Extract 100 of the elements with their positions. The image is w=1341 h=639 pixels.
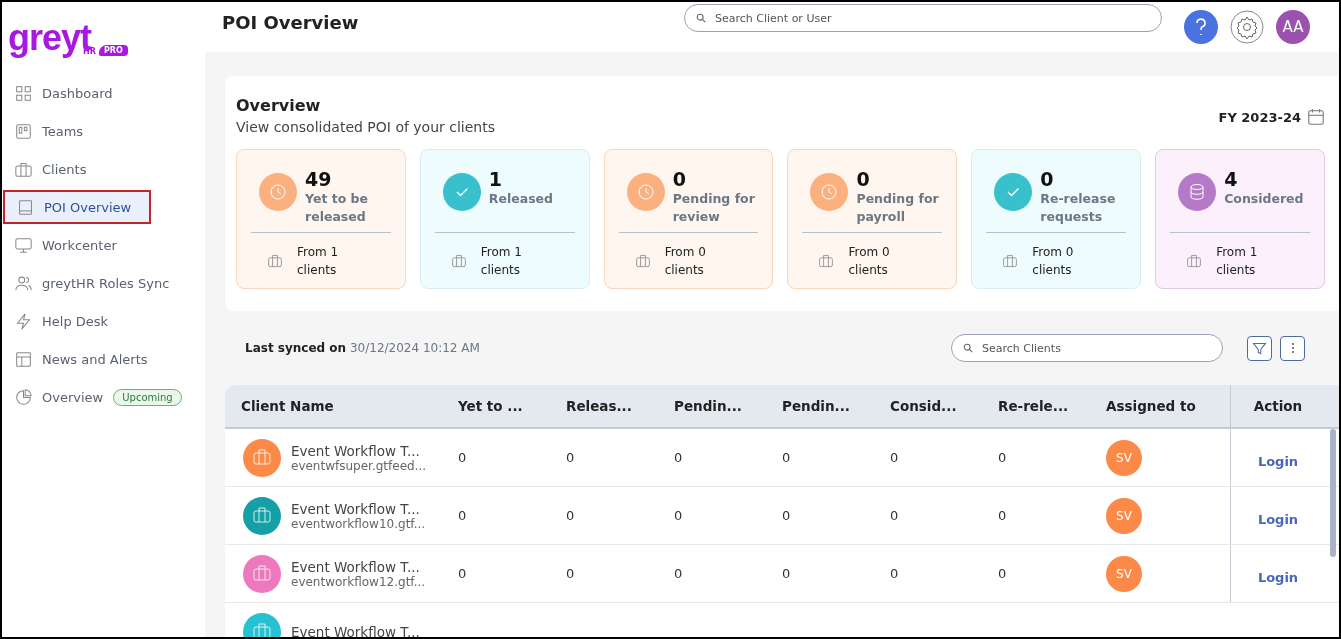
- stat-count: 4: [1224, 168, 1239, 190]
- search-field[interactable]: Search Client or User: [684, 4, 1162, 32]
- stat-count: 0: [672, 168, 687, 190]
- sidebar-item[interactable]: greytHR Roles Sync: [2, 266, 170, 300]
- sidebar-item[interactable]: POI Overview: [3, 190, 151, 224]
- column-header: Consid...: [889, 397, 958, 416]
- table-cell-text: 0: [457, 507, 468, 525]
- briefcase-icon: [634, 253, 651, 269]
- stat-label: Yet to be released: [305, 190, 370, 226]
- column-header: Pendin...: [673, 397, 743, 416]
- client-count: From 0 clients: [664, 244, 707, 279]
- sidebar-item[interactable]: Help Desk: [2, 304, 135, 338]
- client-name: Event Workflow T...: [291, 623, 420, 637]
- client-domain: eventwfsuper.gtfeed...: [291, 458, 427, 473]
- stat-count: 0: [1040, 168, 1055, 190]
- book-icon: [17, 198, 34, 216]
- users-icon: [15, 274, 32, 292]
- stat-label: Pending for review: [672, 190, 756, 226]
- sidebar-item[interactable]: News and Alerts: [2, 342, 148, 376]
- sidebar-item[interactable]: Dashboard: [2, 76, 135, 110]
- table-cell-text: 0: [781, 565, 792, 583]
- column-header: Action: [1230, 385, 1325, 427]
- sidebar-item[interactable]: Workcenter: [2, 228, 135, 262]
- layout-icon: [15, 350, 32, 368]
- client-count: From 0 clients: [1032, 244, 1075, 279]
- stat-label: Pending for payroll: [856, 190, 940, 226]
- clock-icon: [810, 173, 849, 211]
- overview-subtitle: View consolidated POI of your clients: [236, 119, 495, 135]
- table-cell-text: 0: [997, 507, 1008, 525]
- briefcase-icon: [15, 160, 32, 178]
- table-cell-text: 0: [457, 449, 468, 467]
- client-name: Event Workflow T...: [291, 442, 421, 459]
- stat-count: 0: [856, 168, 871, 190]
- fiscal-year: FY 2023-24: [1218, 109, 1301, 125]
- client-count: From 1 clients: [1216, 244, 1259, 279]
- client-domain: eventworkflow10.gtf...: [291, 516, 426, 531]
- table-cell-text: 0: [889, 565, 900, 583]
- scrollbar[interactable]: [1330, 429, 1336, 557]
- calendar-icon[interactable]: [1307, 108, 1325, 126]
- search-icon: [696, 13, 706, 23]
- monitor-icon: [15, 236, 32, 254]
- briefcase-icon: [1186, 253, 1203, 269]
- table-cell-text: 0: [565, 565, 576, 583]
- table-cell-text: 0: [673, 507, 684, 525]
- pie-icon: [15, 388, 32, 406]
- column-header: Client Name: [240, 397, 335, 416]
- last-synced-text: Last synced on 30/12/2024 10:12 AM: [245, 341, 481, 355]
- help-icon[interactable]: [1184, 10, 1218, 44]
- table-cell-text: 0: [673, 449, 684, 467]
- table-cell-text: 0: [997, 565, 1008, 583]
- more-button[interactable]: [1280, 335, 1305, 361]
- settings-icon[interactable]: [1230, 10, 1264, 44]
- sidebar-item[interactable]: Overview Upcoming: [2, 380, 182, 414]
- briefcase-icon: [818, 253, 835, 269]
- login-link[interactable]: Login: [1257, 454, 1299, 469]
- assignee-avatar: SV: [1106, 439, 1142, 476]
- sidebar-item[interactable]: Clients: [2, 152, 135, 186]
- upcoming-badge: Upcoming: [113, 388, 182, 406]
- assignee-avatar: SV: [1106, 497, 1142, 534]
- briefcase-icon: [450, 253, 467, 269]
- clock-icon: [626, 173, 665, 211]
- database-icon: [1178, 173, 1217, 211]
- client-name: Event Workflow T...: [291, 500, 421, 517]
- table-cell-text: 0: [565, 507, 576, 525]
- bolt-icon: [15, 312, 32, 330]
- client-name: Event Workflow T...: [291, 558, 421, 575]
- stat-count: 1: [488, 168, 504, 190]
- clock-icon: [259, 173, 297, 211]
- table-cell-text: 0: [781, 507, 792, 525]
- stat-label: Considered: [1224, 190, 1304, 208]
- check-icon: [994, 173, 1033, 211]
- stat-label: Re-release requests: [1040, 190, 1117, 226]
- login-link[interactable]: Login: [1257, 570, 1299, 585]
- search-icon: [963, 343, 973, 353]
- grid-icon: [15, 84, 32, 102]
- login-link[interactable]: Login: [1257, 512, 1299, 527]
- client-count: From 0 clients: [848, 244, 891, 279]
- column-header: Re-rele...: [997, 397, 1070, 416]
- stat-count: 49: [305, 168, 333, 190]
- client-count: From 1 clients: [297, 244, 340, 279]
- sidebar-item[interactable]: Teams: [2, 114, 135, 148]
- column-header: Yet to ...: [457, 397, 524, 416]
- filter-button[interactable]: [1247, 335, 1272, 361]
- assignee-avatar: SV: [1106, 555, 1142, 592]
- column-header: Pendin...: [781, 397, 851, 416]
- briefcase-icon: [1002, 253, 1019, 269]
- search-clients-field[interactable]: Search Clients: [951, 334, 1223, 362]
- client-count: From 1 clients: [480, 244, 523, 279]
- overview-title: Overview: [236, 96, 322, 115]
- check-icon: [442, 173, 481, 211]
- stat-label: Released: [488, 190, 553, 208]
- table-cell-text: 0: [889, 449, 900, 467]
- board-icon: [15, 122, 32, 140]
- column-header: Assigned to: [1105, 397, 1197, 416]
- table-cell-text: 0: [781, 449, 792, 467]
- more-icon: [1291, 343, 1294, 353]
- page-title: POI Overview: [222, 11, 360, 33]
- table-cell-text: 0: [457, 565, 468, 583]
- table-cell-text: 0: [565, 449, 576, 467]
- user-avatar[interactable]: AA: [1276, 10, 1310, 44]
